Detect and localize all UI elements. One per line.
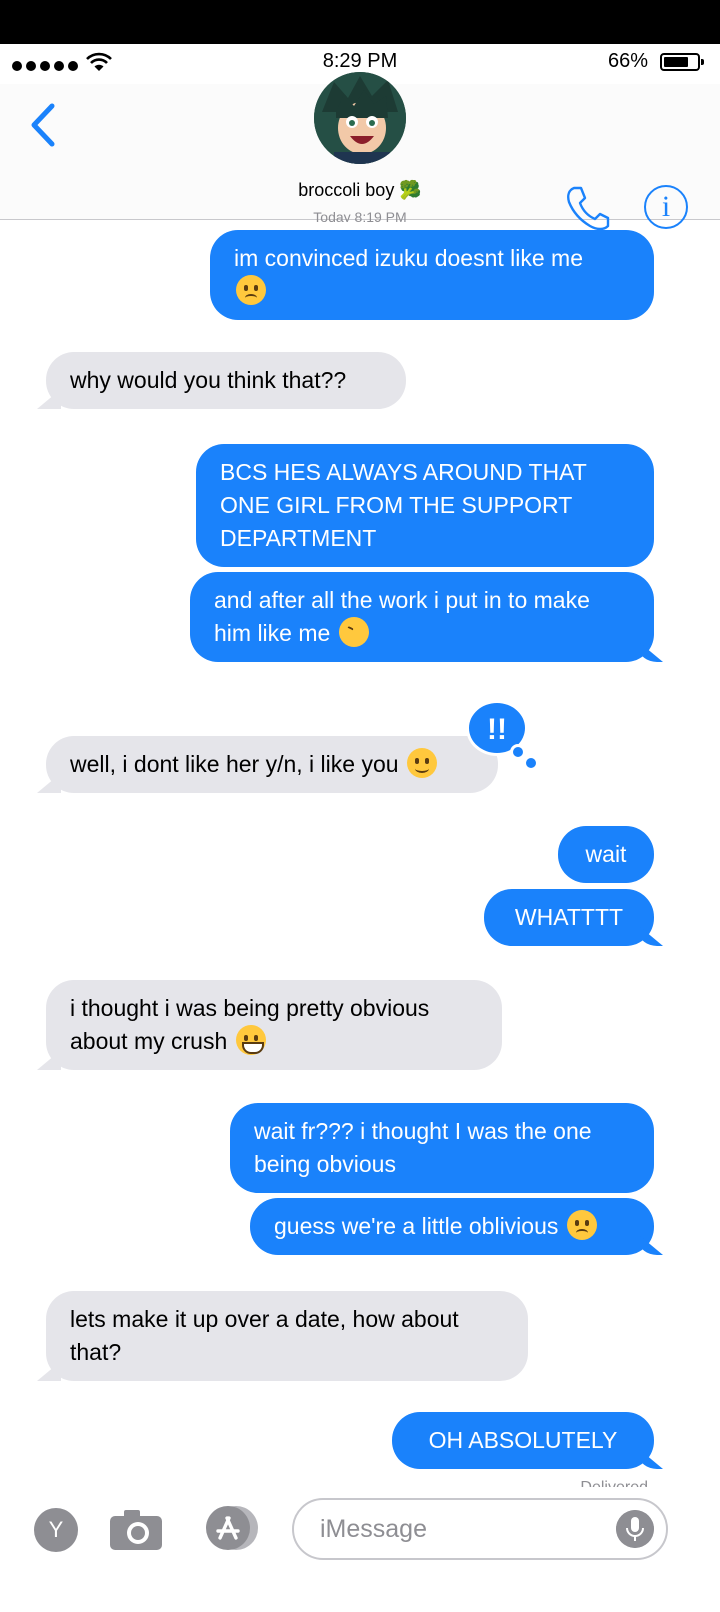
battery-icon (660, 53, 704, 71)
conversation-timestamp: Today 8:19 PM (313, 212, 407, 222)
message-bubble-outgoing[interactable]: wait (558, 826, 654, 883)
battery-percentage: 66% (608, 50, 649, 72)
message-bubble-incoming[interactable]: lets make it up over a date, how about t… (46, 1291, 528, 1381)
grinning-sweat-emoji-icon (235, 1025, 266, 1055)
message-text: guess we're a little oblivious (274, 1213, 559, 1239)
microphone-icon[interactable] (616, 1510, 654, 1548)
message-text: lets make it up over a date, how about t… (70, 1306, 459, 1365)
downcast-sweat-emoji-icon (566, 1210, 597, 1240)
message-text: OH ABSOLUTELY (428, 1427, 618, 1453)
message-text: BCS HES ALWAYS AROUND THAT ONE GIRL FROM… (220, 459, 587, 551)
camera-icon[interactable] (108, 1508, 164, 1552)
message-text: wait fr??? i thought I was the one being… (254, 1118, 592, 1177)
delivered-status: Delivered (530, 1475, 648, 1487)
contact-name[interactable]: broccoli boy 🥦 (0, 180, 720, 201)
app-y-button[interactable]: Y (34, 1508, 78, 1552)
message-text: wait (585, 841, 627, 867)
persevering-emoji-icon (338, 617, 369, 647)
imessage-placeholder: iMessage (320, 1515, 427, 1543)
top-black-bar (0, 0, 720, 44)
smiling-emoji-icon (406, 748, 437, 778)
message-bubble-outgoing[interactable]: im convinced izuku doesnt like me (210, 230, 654, 320)
message-bubble-incoming[interactable]: why would you think that?? (46, 352, 406, 409)
message-text: well, i dont like her y/n, i like you (70, 751, 399, 777)
message-bubble-incoming[interactable]: well, i dont like her y/n, i like you (46, 736, 498, 793)
message-bubble-outgoing[interactable]: WHATTTT (484, 889, 654, 946)
message-text: im convinced izuku doesnt like me (234, 245, 583, 271)
back-chevron-icon[interactable] (24, 100, 64, 150)
message-text: why would you think that?? (70, 367, 347, 393)
message-text: WHATTTT (514, 904, 624, 930)
contact-avatar[interactable] (314, 72, 406, 164)
reaction-tail-dot (526, 758, 536, 768)
message-bubble-outgoing[interactable]: OH ABSOLUTELY (392, 1412, 654, 1469)
message-bubble-outgoing[interactable]: BCS HES ALWAYS AROUND THAT ONE GIRL FROM… (196, 444, 654, 567)
message-bubble-incoming[interactable]: i thought i was being pretty obvious abo… (46, 980, 502, 1070)
reaction-tail-dot (510, 744, 526, 760)
frowning-emoji-icon (236, 275, 266, 305)
message-bubble-outgoing[interactable]: wait fr??? i thought I was the one being… (230, 1103, 654, 1193)
message-bubble-outgoing[interactable]: and after all the work i put in to make … (190, 572, 654, 662)
message-bubble-outgoing[interactable]: guess we're a little oblivious (250, 1198, 654, 1255)
message-text: and after all the work i put in to make … (214, 587, 590, 646)
compose-bar: Y iMessage (0, 1490, 720, 1612)
imessage-input[interactable]: iMessage (292, 1498, 668, 1560)
app-store-icon[interactable] (198, 1504, 264, 1552)
